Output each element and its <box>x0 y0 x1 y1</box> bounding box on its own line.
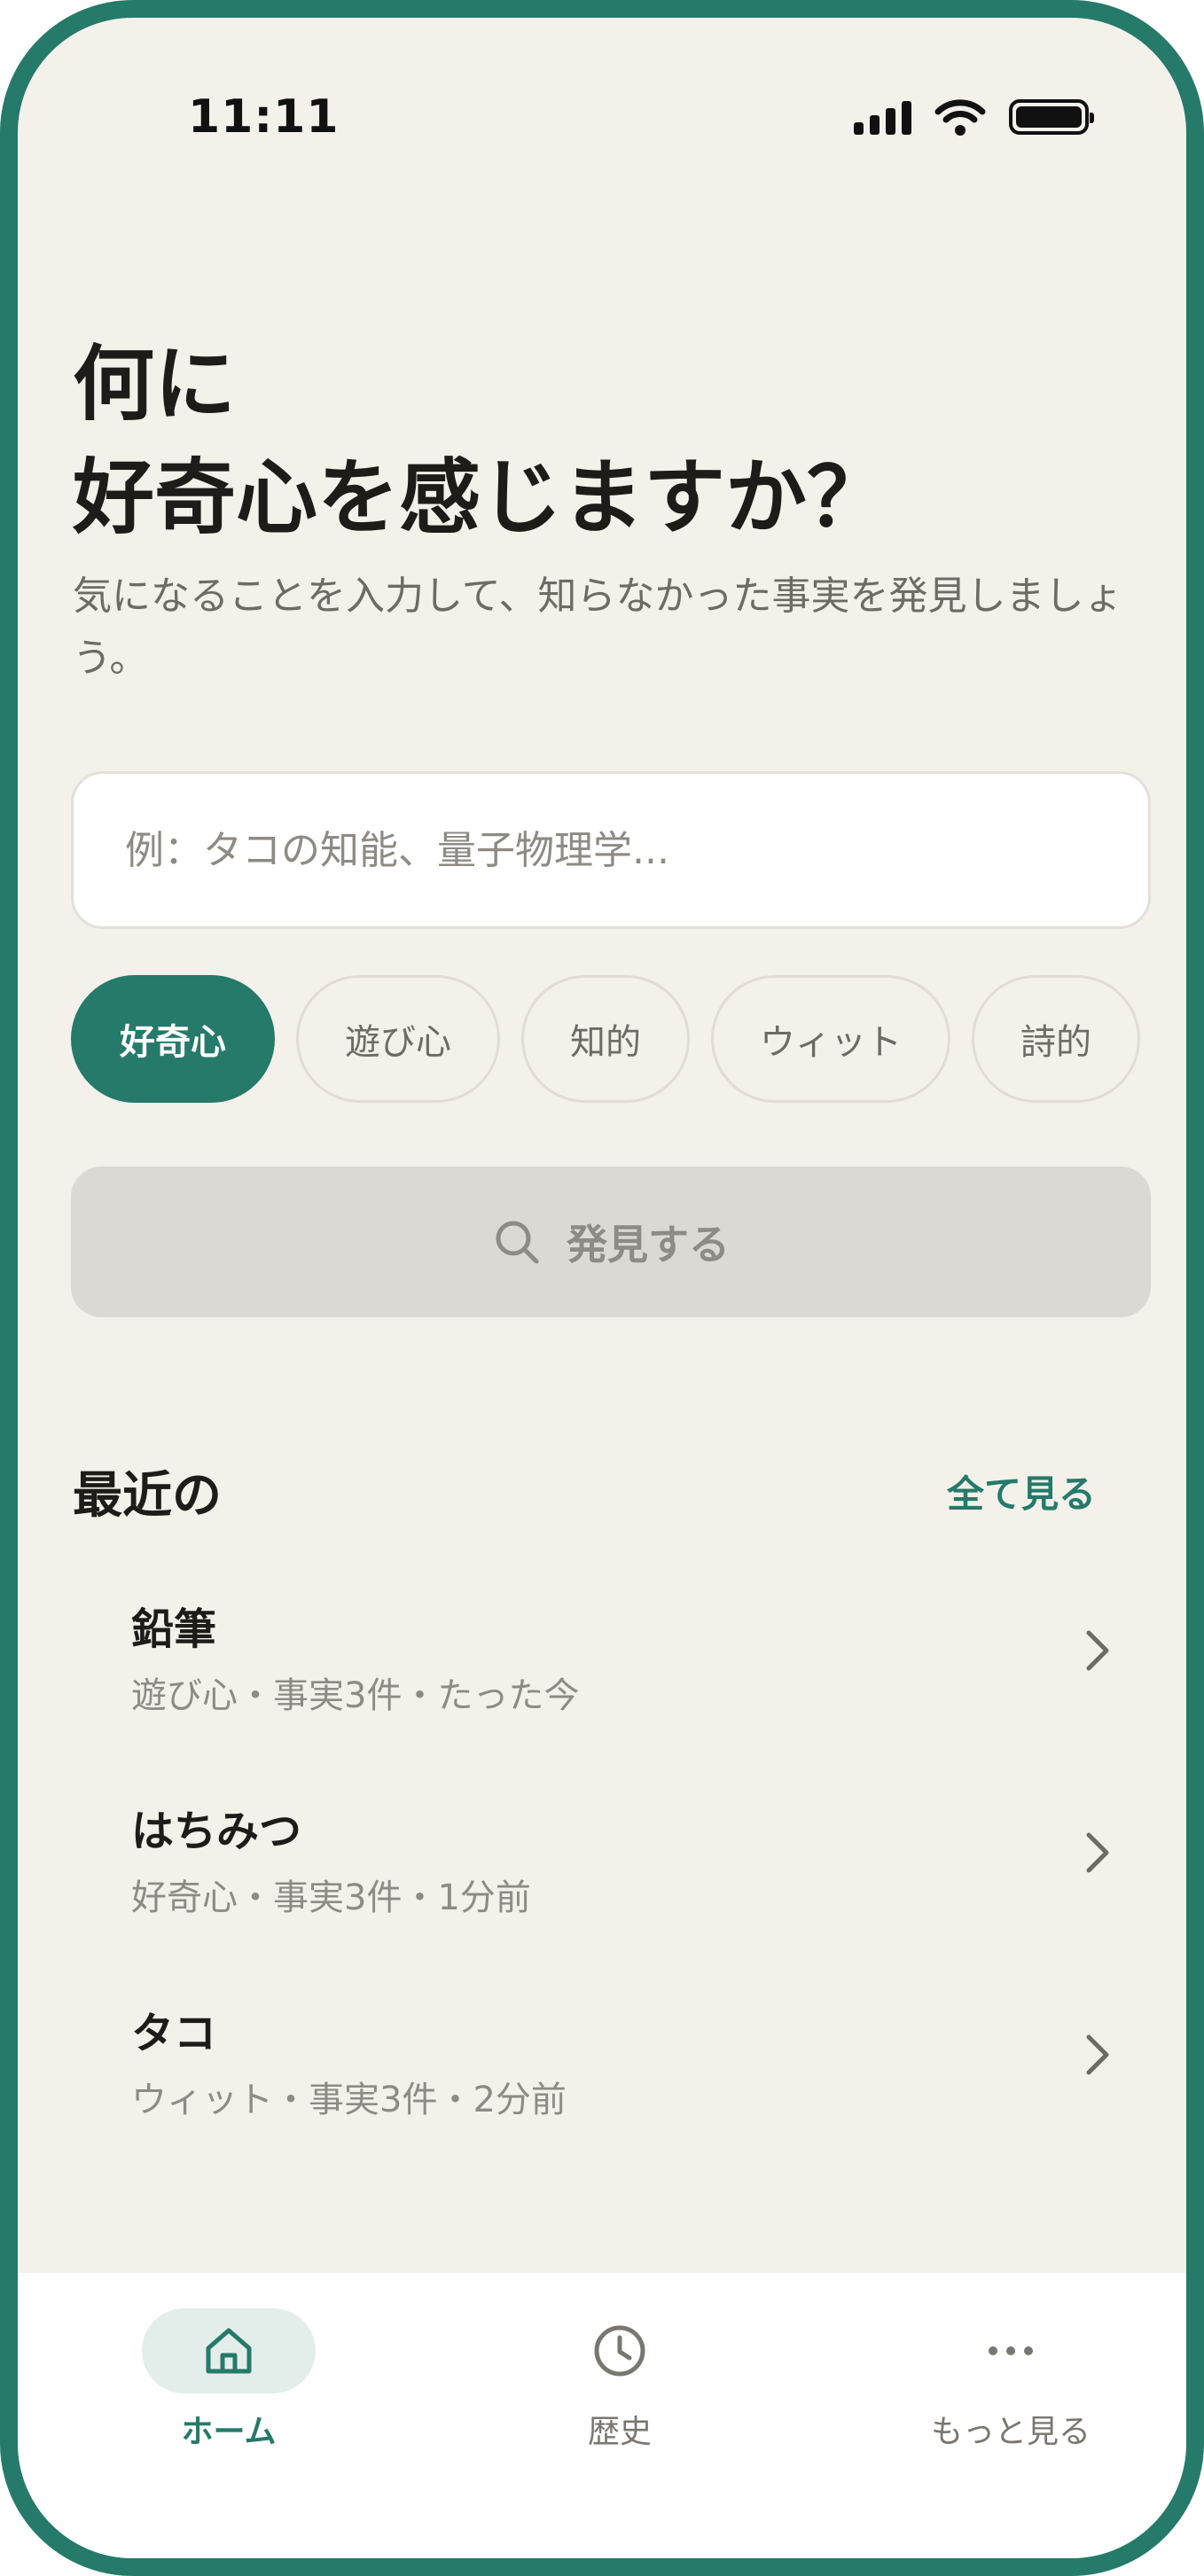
topic-search-input[interactable] <box>71 771 1151 929</box>
cellular-signal-icon <box>854 99 911 135</box>
status-bar: 11:11 <box>18 18 1186 213</box>
nav-icon-container <box>142 2308 316 2393</box>
nav-label-home: ホーム <box>181 2414 277 2450</box>
see-all-link[interactable]: 全て見る <box>947 1464 1096 1518</box>
recent-item-octopus[interactable]: タコ ウィット・事実3件・2分前 <box>71 1982 1151 2177</box>
status-icons <box>854 98 1094 137</box>
wifi-icon <box>934 99 986 136</box>
tone-chip-curiosity[interactable]: 好奇心 <box>71 975 275 1103</box>
chevron-right-icon <box>1086 1832 1109 1873</box>
bottom-navigation: ホーム 歴史 もっと見る <box>18 2273 1186 2558</box>
discover-button[interactable]: 発見する <box>71 1167 1151 1317</box>
clock-icon <box>594 2325 645 2377</box>
recent-section-title: 最近の <box>73 1467 222 1525</box>
battery-icon <box>1009 99 1094 135</box>
home-icon <box>206 2328 252 2374</box>
tone-chip-intellectual[interactable]: 知的 <box>521 975 690 1103</box>
page-subtitle: 気になることを入力して、知らなかった事実を発見しましょう。 <box>73 574 1123 681</box>
phone-frame: 11:11 何に 好奇心を感じますか？ 気になることを入力して、知らなかった事実… <box>0 0 1204 2576</box>
page-title-line-1: 何に <box>73 337 237 432</box>
nav-icon-container <box>924 2308 1098 2393</box>
tone-chip-witty[interactable]: ウィット <box>711 975 950 1103</box>
more-dots-icon <box>989 2346 1033 2355</box>
nav-icon-container <box>533 2308 707 2393</box>
page-title: 何に 好奇心を感じますか？ <box>73 328 1154 555</box>
nav-label-more: もっと見る <box>930 2414 1091 2450</box>
page-title-line-2: 好奇心を感じますか？ <box>73 450 889 545</box>
nav-label-history: 歴史 <box>587 2414 652 2450</box>
recent-item-title: はちみつ <box>131 1807 302 1856</box>
status-time: 11:11 <box>188 90 340 144</box>
tone-chip-group: 好奇心 遊び心 知的 ウィット 詩的 <box>71 975 1140 1103</box>
nav-item-home[interactable]: ホーム <box>105 2308 353 2452</box>
recent-item-pencil[interactable]: 鉛筆 遊び心・事実3件・たった今 <box>71 1578 1151 1773</box>
recent-item-meta: 好奇心・事実3件・1分前 <box>131 1877 531 1918</box>
recent-item-meta: 遊び心・事実3件・たった今 <box>131 1675 580 1716</box>
recent-item-title: タコ <box>131 2009 217 2058</box>
recent-item-title: 鉛筆 <box>131 1604 217 1654</box>
chevron-right-icon <box>1086 2034 1109 2075</box>
recent-item-honey[interactable]: はちみつ 好奇心・事実3件・1分前 <box>71 1780 1151 1975</box>
nav-item-history[interactable]: 歴史 <box>496 2308 744 2452</box>
chevron-right-icon <box>1086 1630 1109 1671</box>
search-icon <box>496 1221 539 1264</box>
tone-chip-poetic[interactable]: 詩的 <box>972 975 1140 1103</box>
discover-button-label: 発見する <box>567 1221 730 1268</box>
nav-item-more[interactable]: もっと見る <box>887 2308 1135 2452</box>
recent-item-meta: ウィット・事実3件・2分前 <box>131 2080 567 2120</box>
tone-chip-playful[interactable]: 遊び心 <box>296 975 500 1103</box>
